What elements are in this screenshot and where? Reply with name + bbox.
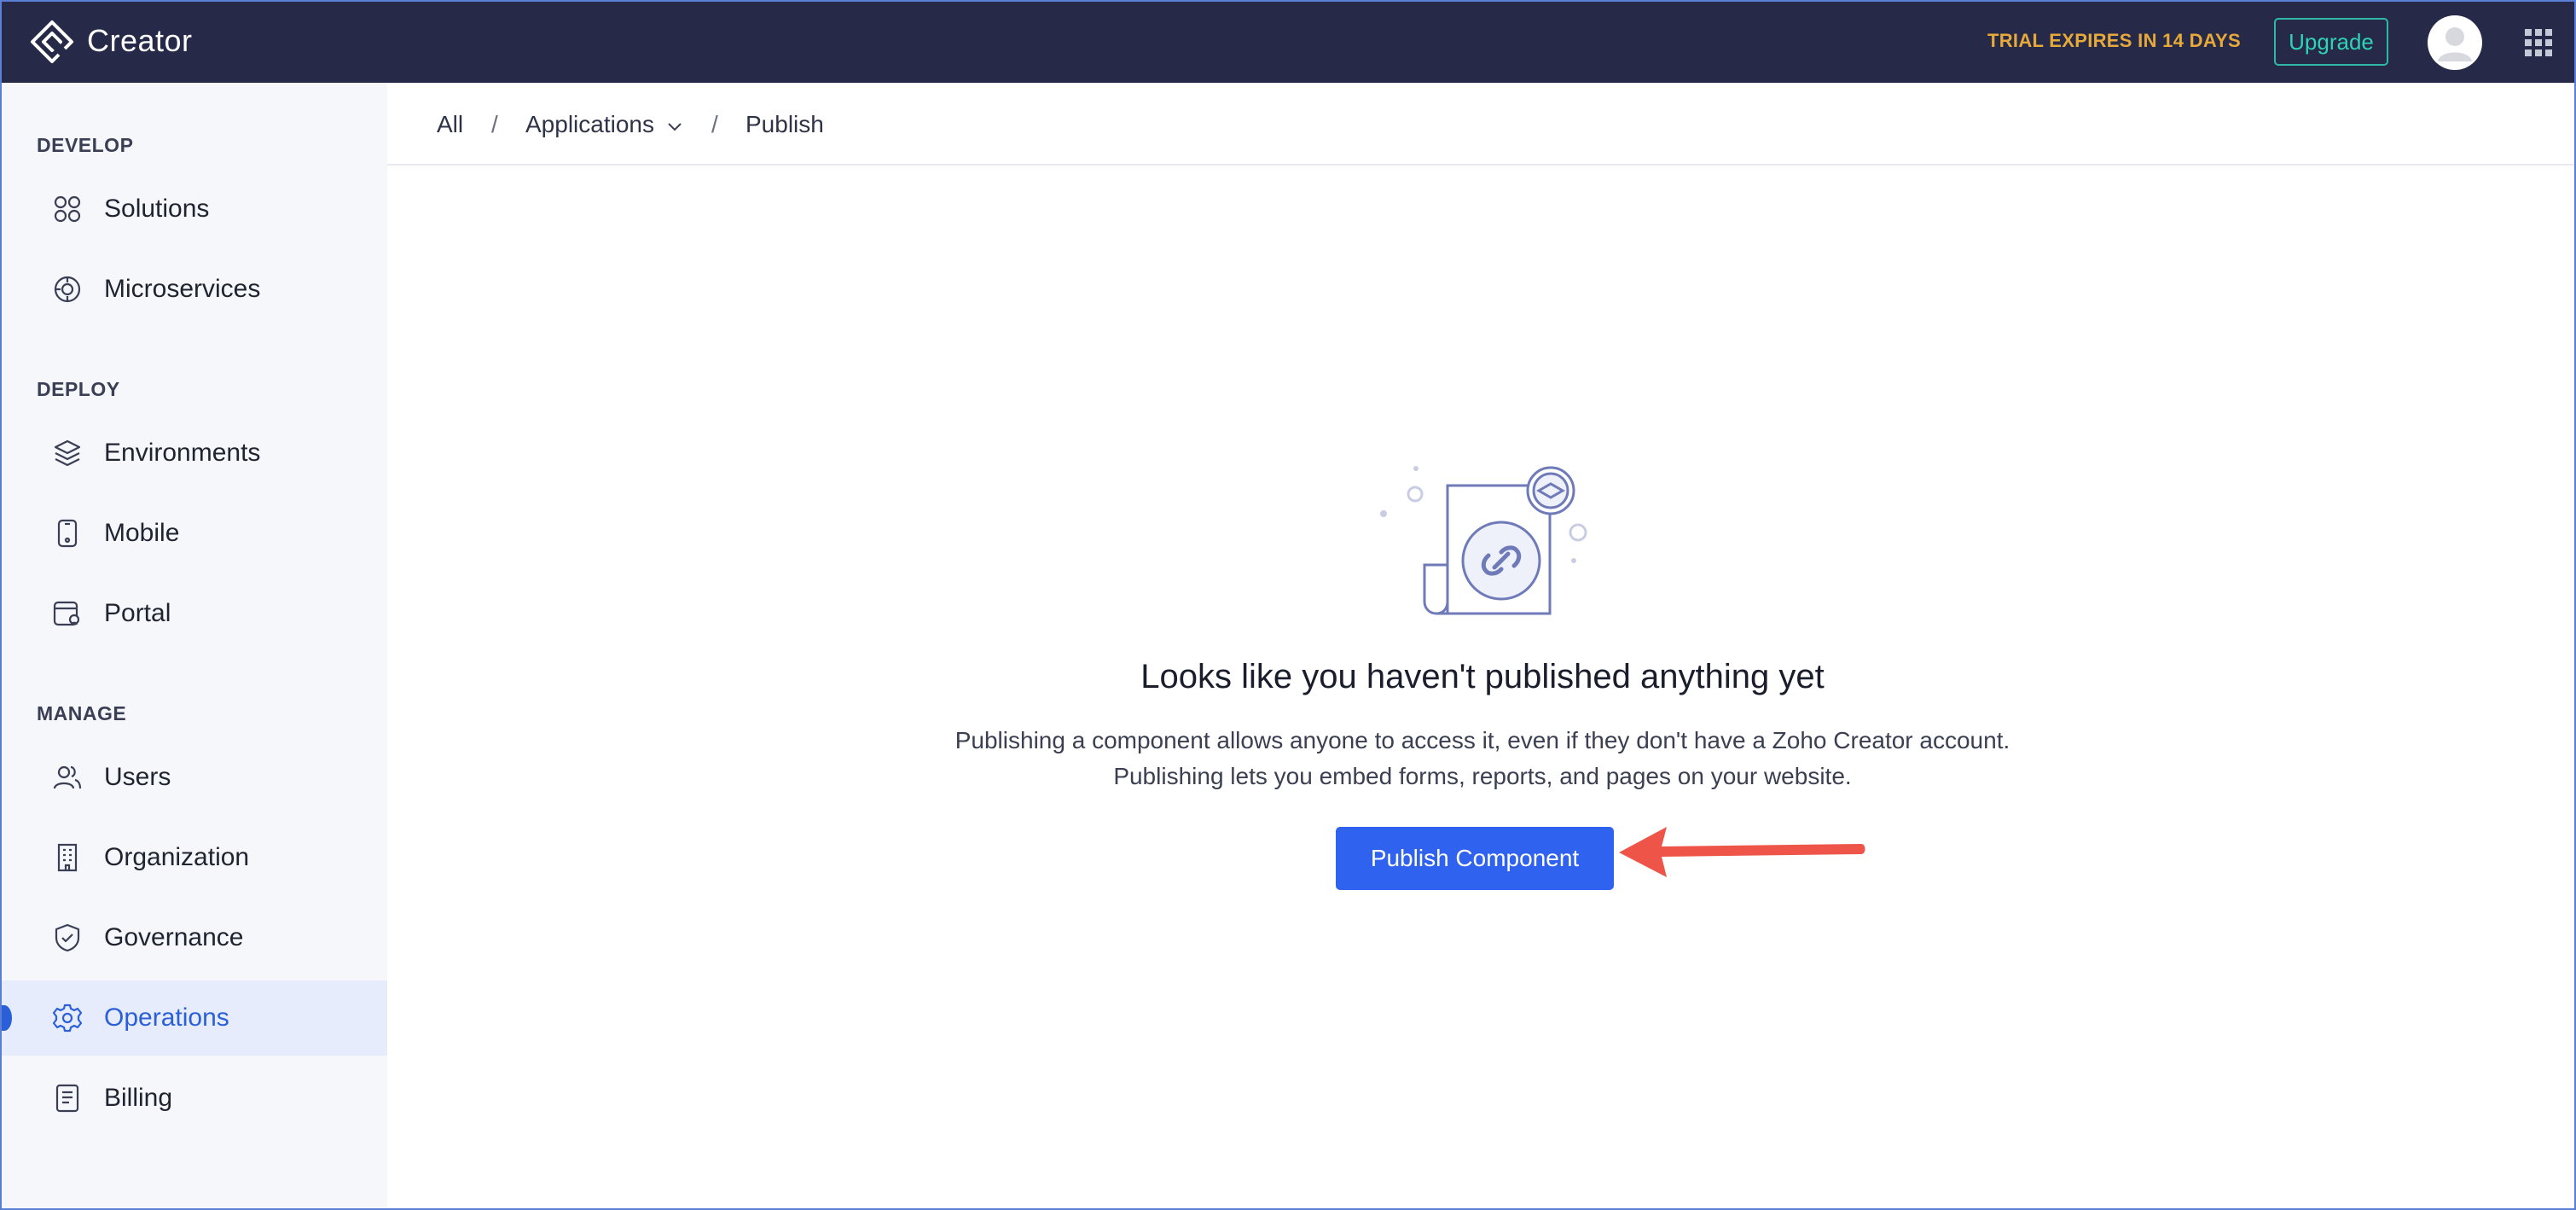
- billing-icon: [55, 1084, 79, 1113]
- user-avatar-icon: [2429, 17, 2480, 68]
- sidebar-item-users[interactable]: Users: [2, 740, 387, 815]
- avatar[interactable]: [2428, 15, 2482, 70]
- empty-state-title: Looks like you haven't published anythin…: [1140, 658, 1825, 695]
- sidebar-item-organization[interactable]: Organization: [2, 820, 387, 895]
- chevron-down-icon[interactable]: [666, 120, 683, 132]
- section-title-develop: DEVELOP: [37, 134, 134, 156]
- breadcrumb-applications[interactable]: Applications: [525, 111, 654, 138]
- sidebar-item-label: Operations: [104, 1003, 229, 1032]
- empty-state-description: Publishing lets you embed forms, reports…: [1113, 763, 1852, 789]
- microservices-icon: [54, 276, 81, 303]
- creator-logo-icon[interactable]: [29, 19, 75, 65]
- red-arrow-annotation-icon: [1619, 827, 1865, 877]
- breadcrumb-separator: /: [491, 111, 498, 137]
- sidebar: DEVELOP Solutions Microservices DEPLOY E…: [2, 83, 387, 1208]
- users-icon: [53, 765, 82, 789]
- sidebar-item-label: Portal: [104, 599, 171, 627]
- publish-component-button[interactable]: Publish Component: [1336, 827, 1614, 890]
- sidebar-item-label: Governance: [104, 923, 244, 951]
- mobile-icon: [57, 519, 78, 548]
- top-bar: Creator TRIAL EXPIRES IN 14 DAYS Upgrade: [2, 2, 2574, 83]
- trial-expiry-text: TRIAL EXPIRES IN 14 DAYS: [1987, 30, 2241, 51]
- layers-icon: [54, 439, 81, 467]
- building-icon: [57, 843, 78, 872]
- empty-state-description: Publishing a component allows anyone to …: [954, 727, 2010, 753]
- sidebar-item-microservices[interactable]: Microservices: [2, 252, 387, 327]
- sidebar-item-operations[interactable]: Operations: [2, 980, 387, 1056]
- gear-icon: [53, 1003, 82, 1033]
- sidebar-item-portal[interactable]: Portal: [2, 576, 387, 651]
- sidebar-item-environments[interactable]: Environments: [2, 416, 387, 491]
- sidebar-item-label: Environments: [104, 439, 261, 467]
- section-title-deploy: DEPLOY: [37, 378, 120, 400]
- sidebar-item-label: Mobile: [104, 519, 180, 547]
- sidebar-item-billing[interactable]: Billing: [2, 1061, 387, 1136]
- breadcrumb-current: Publish: [746, 111, 824, 137]
- shield-icon: [55, 923, 80, 952]
- sidebar-item-label: Solutions: [104, 195, 210, 223]
- breadcrumb: All / Applications / Publish: [387, 83, 2574, 166]
- portal-icon: [53, 601, 80, 626]
- sidebar-item-label: Microservices: [104, 275, 261, 303]
- breadcrumb-all[interactable]: All: [437, 111, 463, 138]
- apps-grid-icon[interactable]: [2524, 28, 2553, 57]
- sidebar-item-label: Users: [104, 763, 171, 791]
- publish-illustration-icon: [1380, 466, 1587, 615]
- sidebar-item-label: Billing: [104, 1084, 173, 1112]
- upgrade-button[interactable]: Upgrade: [2274, 18, 2388, 66]
- app-title: Creator: [87, 23, 193, 58]
- sidebar-item-label: Organization: [104, 843, 250, 871]
- solutions-icon: [54, 195, 81, 223]
- section-title-manage: MANAGE: [37, 702, 127, 724]
- app-window: Creator TRIAL EXPIRES IN 14 DAYS Upgrade…: [0, 0, 2576, 1210]
- sidebar-item-solutions[interactable]: Solutions: [2, 172, 387, 247]
- breadcrumb-separator: /: [711, 111, 718, 137]
- active-indicator: [2, 1005, 12, 1031]
- sidebar-item-mobile[interactable]: Mobile: [2, 496, 387, 571]
- sidebar-item-governance[interactable]: Governance: [2, 900, 387, 975]
